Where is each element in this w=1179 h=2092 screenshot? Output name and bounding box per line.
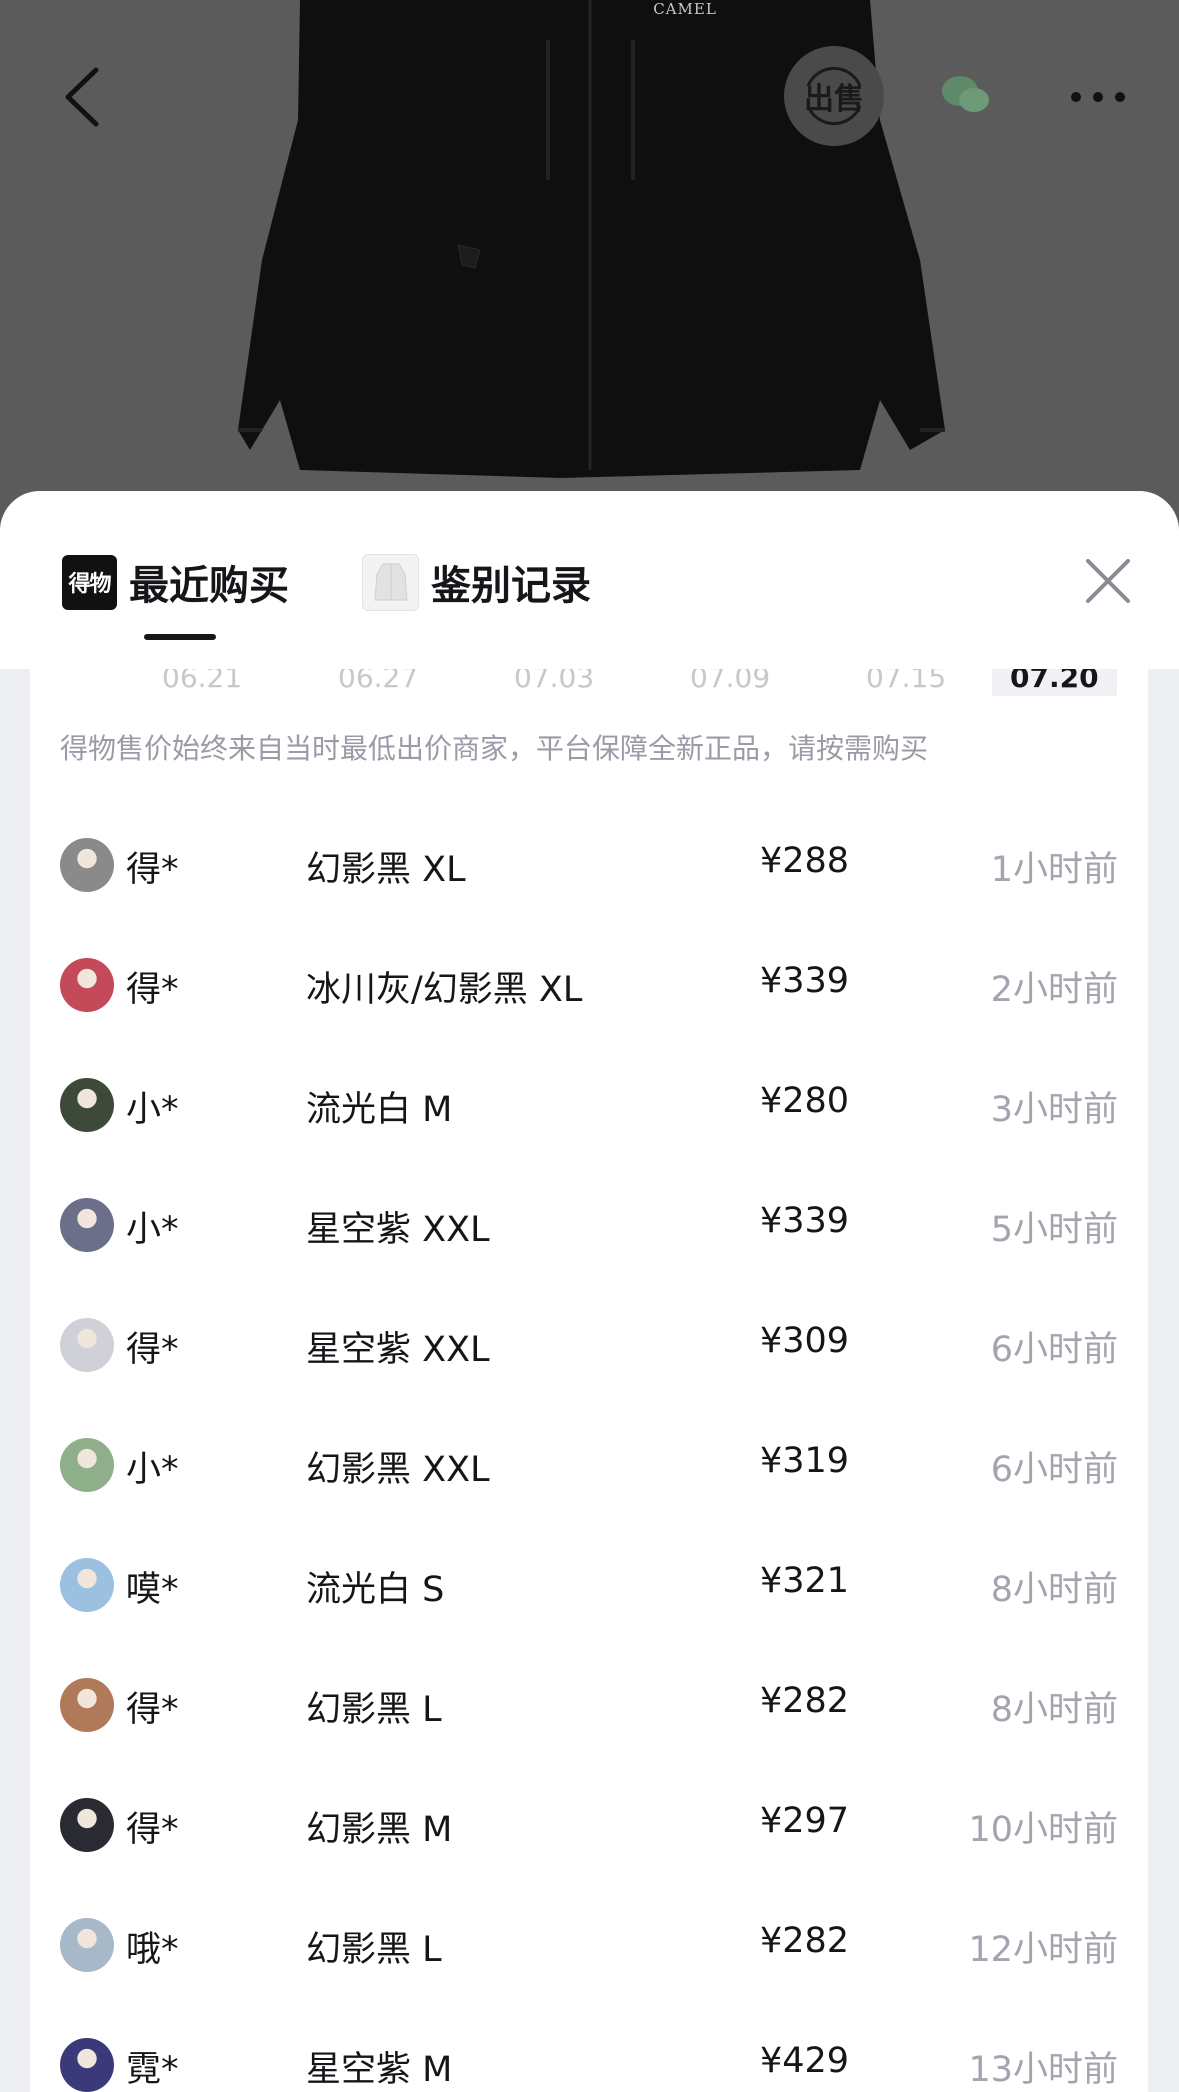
item-price: ¥309 [760, 1321, 850, 1361]
avatar [60, 1438, 114, 1492]
avatar [60, 2038, 114, 2092]
avatar [60, 1798, 114, 1852]
avatar [60, 1318, 114, 1372]
list-item: 得* 冰川灰/幻影黑 XL ¥339 2小时前 [30, 921, 1148, 1041]
avatar [60, 1558, 114, 1612]
active-tab-indicator [144, 634, 216, 640]
item-variant: 星空紫 XXL [306, 1330, 490, 1370]
purchase-time: 8小时前 [990, 1690, 1118, 1730]
purchase-time: 3小时前 [990, 1090, 1118, 1130]
item-variant: 幻影黑 L [306, 1690, 442, 1730]
list-item: 小* 流光白 M ¥280 3小时前 [30, 1041, 1148, 1161]
avatar [60, 838, 114, 892]
product-thumbnail-icon [362, 553, 419, 611]
item-price: ¥297 [760, 1801, 850, 1841]
item-price: ¥282 [760, 1681, 850, 1721]
purchase-time: 6小时前 [990, 1330, 1118, 1370]
product-image-area: CAMEL 出售 [0, 0, 1179, 520]
list-item: 得* 幻影黑 XL ¥288 1小时前 [30, 801, 1148, 921]
jacket-image [238, 0, 945, 478]
purchase-time: 6小时前 [990, 1450, 1118, 1490]
item-price: ¥282 [760, 1921, 850, 1961]
item-price: ¥339 [760, 1201, 850, 1241]
sell-button[interactable]: 出售 [784, 46, 884, 146]
purchase-time: 5小时前 [990, 1210, 1118, 1250]
wechat-icon [942, 76, 989, 112]
avatar [60, 958, 114, 1012]
brand-logo-text: CAMEL [653, 0, 717, 18]
close-button[interactable] [1080, 553, 1136, 609]
item-variant: 幻影黑 XXL [306, 1450, 490, 1490]
item-variant: 星空紫 M [306, 2050, 453, 2090]
item-variant: 流光白 S [306, 1570, 445, 1610]
item-variant: 幻影黑 XL [306, 850, 466, 890]
sell-icon [806, 66, 862, 126]
tab-recent-purchases[interactable]: 得物 最近购买 [62, 553, 289, 611]
buyer-name: 霓* [126, 2050, 179, 2090]
wechat-share-button[interactable] [940, 74, 992, 116]
item-price: ¥321 [760, 1561, 850, 1601]
list-item: 霓* 星空紫 M ¥429 13小时前 [30, 2001, 1148, 2092]
avatar [60, 1678, 114, 1732]
dewu-logo-icon: 得物 [62, 554, 117, 610]
list-item: 小* 星空紫 XXL ¥339 5小时前 [30, 1161, 1148, 1281]
buyer-name: 哦* [126, 1930, 179, 1970]
item-price: ¥319 [760, 1441, 850, 1481]
recent-purchases-sheet: 得物 最近购买 鉴别记录 06.21 06.27 07.03 07.09 07.… [0, 491, 1179, 2092]
item-price: ¥429 [760, 2041, 850, 2081]
list-item: 得* 幻影黑 M ¥297 10小时前 [30, 1761, 1148, 1881]
purchase-time: 2小时前 [990, 970, 1118, 1010]
purchase-time: 10小时前 [968, 1810, 1118, 1850]
item-price: ¥288 [760, 841, 850, 881]
avatar [60, 1918, 114, 1972]
buyer-name: 得* [126, 1690, 179, 1730]
buyer-name: 得* [126, 850, 179, 890]
list-item: 得* 星空紫 XXL ¥309 6小时前 [30, 1281, 1148, 1401]
buyer-name: 得* [126, 1810, 179, 1850]
item-variant: 幻影黑 M [306, 1810, 453, 1850]
item-variant: 星空紫 XXL [306, 1210, 490, 1250]
buyer-name: 小* [126, 1210, 179, 1250]
item-variant: 冰川灰/幻影黑 XL [306, 970, 583, 1010]
purchase-time: 1小时前 [990, 850, 1118, 890]
more-options-button[interactable] [1070, 88, 1126, 102]
avatar [60, 1078, 114, 1132]
buyer-name: 得* [126, 970, 179, 1010]
price-notice: 得物售价始终来自当时最低出价商家，平台保障全新正品，请按需购买 [60, 732, 929, 765]
purchase-time: 13小时前 [968, 2050, 1118, 2090]
tab-label: 鉴别记录 [431, 563, 591, 609]
more-icon [1071, 92, 1125, 102]
list-item: 嗼* 流光白 S ¥321 8小时前 [30, 1521, 1148, 1641]
list-item: 得* 幻影黑 L ¥282 8小时前 [30, 1641, 1148, 1761]
buyer-name: 嗼* [126, 1570, 179, 1610]
buyer-name: 小* [126, 1450, 179, 1490]
buyer-name: 小* [126, 1090, 179, 1130]
purchase-list-panel: 06.21 06.27 07.03 07.09 07.15 07.20 得物售价… [30, 661, 1148, 2092]
tab-label: 最近购买 [129, 563, 289, 609]
avatar [60, 1198, 114, 1252]
buyer-name: 得* [126, 1330, 179, 1370]
sheet-header: 得物 最近购买 鉴别记录 [0, 491, 1179, 669]
close-icon [1086, 559, 1130, 603]
purchase-time: 12小时前 [968, 1930, 1118, 1970]
item-variant: 幻影黑 L [306, 1930, 442, 1970]
tab-authentication-records[interactable]: 鉴别记录 [362, 553, 591, 611]
list-item: 哦* 幻影黑 L ¥282 12小时前 [30, 1881, 1148, 2001]
purchase-time: 8小时前 [990, 1570, 1118, 1610]
item-variant: 流光白 M [306, 1090, 453, 1130]
list-item: 小* 幻影黑 XXL ¥319 6小时前 [30, 1401, 1148, 1521]
item-price: ¥280 [760, 1081, 850, 1121]
back-button[interactable] [58, 64, 108, 130]
item-price: ¥339 [760, 961, 850, 1001]
back-arrow-icon [65, 67, 99, 127]
